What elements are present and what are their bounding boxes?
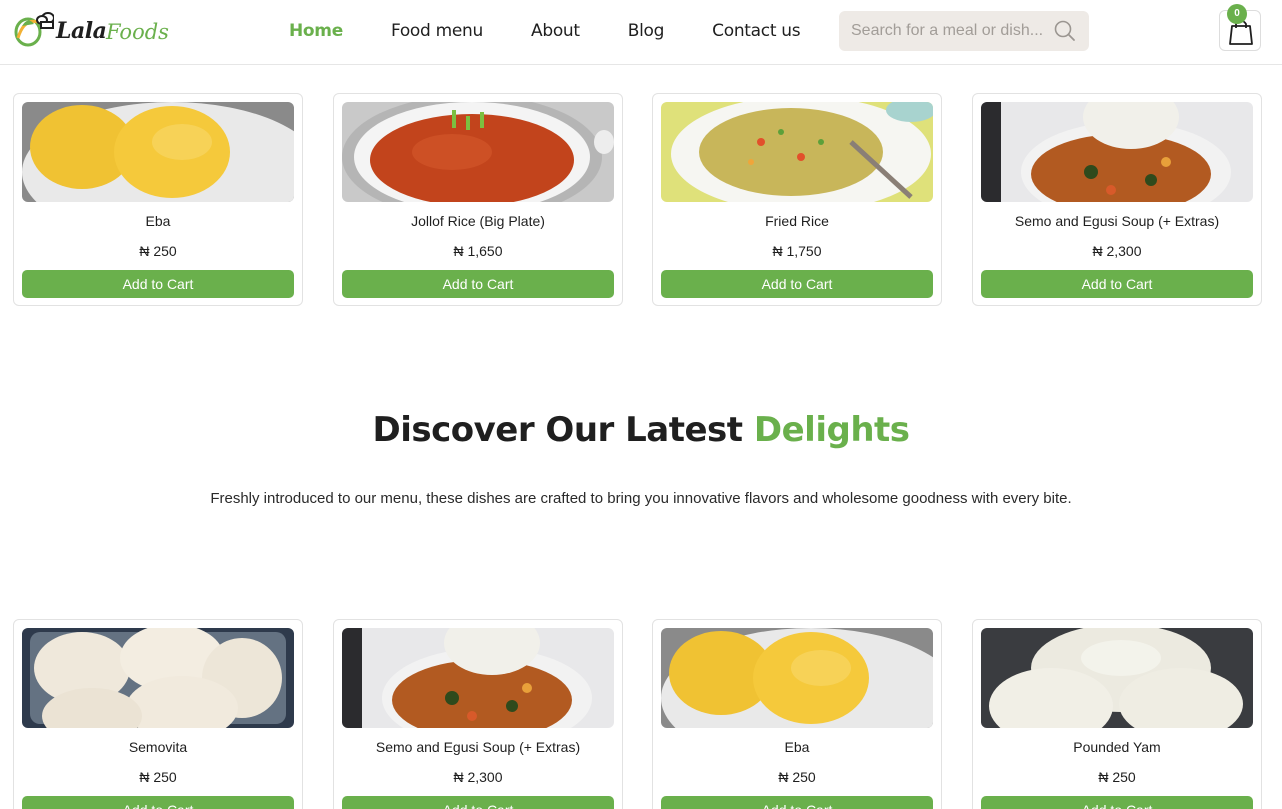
search-icon[interactable] (1054, 20, 1076, 42)
nav-home[interactable]: Home (289, 21, 343, 41)
product-name: Pounded Yam (1073, 739, 1161, 755)
product-name: Eba (784, 739, 810, 755)
semo-egusi-photo[interactable] (981, 102, 1253, 202)
nav-contact-us[interactable]: Contact us (712, 21, 800, 41)
add-to-cart-button[interactable]: Add to Cart (981, 270, 1253, 298)
product-name: Semovita (128, 739, 188, 755)
product-price: ₦ 2,300 (1092, 243, 1142, 259)
eba-photo[interactable] (22, 102, 294, 202)
brand-logo[interactable]: Lala Foods (14, 8, 169, 54)
semo-egusi-photo[interactable] (342, 628, 614, 728)
add-to-cart-button[interactable]: Add to Cart (981, 796, 1253, 809)
product-price: ₦ 250 (778, 769, 816, 785)
section-title: Discover Our Latest Delights (0, 410, 1282, 450)
brand-name-secondary: Foods (106, 20, 169, 44)
pounded-yam-photo[interactable] (981, 628, 1253, 728)
product-card: Semovita ₦ 250 Add to Cart (13, 619, 303, 809)
product-name: Semo and Egusi Soup (+ Extras) (1014, 213, 1220, 229)
nav-food-menu[interactable]: Food menu (391, 21, 483, 41)
product-price: ₦ 1,650 (453, 243, 503, 259)
product-card: Semo and Egusi Soup (+ Extras) ₦ 2,300 A… (333, 619, 623, 809)
product-card: Semo and Egusi Soup (+ Extras) ₦ 2,300 A… (972, 93, 1262, 306)
main-nav: Home Food menu About Blog Contact us (289, 0, 848, 62)
fried-rice-photo[interactable] (661, 102, 933, 202)
add-to-cart-button[interactable]: Add to Cart (661, 270, 933, 298)
product-price: ₦ 250 (139, 243, 177, 259)
search-input[interactable] (839, 11, 1049, 51)
nav-blog[interactable]: Blog (628, 21, 665, 41)
product-name: Semo and Egusi Soup (+ Extras) (375, 739, 581, 755)
product-card: Fried Rice ₦ 1,750 Add to Cart (652, 93, 942, 306)
add-to-cart-button[interactable]: Add to Cart (661, 796, 933, 809)
product-card: Eba ₦ 250 Add to Cart (652, 619, 942, 809)
product-name: Fried Rice (765, 213, 829, 229)
brand-name-primary: Lala (56, 18, 107, 44)
product-price: ₦ 250 (139, 769, 177, 785)
product-card: Jollof Rice (Big Plate) ₦ 1,650 Add to C… (333, 93, 623, 306)
section-title-main: Discover Our Latest (372, 410, 754, 450)
add-to-cart-button[interactable]: Add to Cart (22, 796, 294, 809)
site-header: Lala Foods Home Food menu About Blog Con… (0, 0, 1282, 65)
section-description: Freshly introduced to our menu, these di… (210, 490, 1072, 507)
section-title-accent: Delights (753, 410, 910, 450)
product-price: ₦ 2,300 (453, 769, 503, 785)
add-to-cart-button[interactable]: Add to Cart (342, 270, 614, 298)
product-price: ₦ 1,750 (772, 243, 822, 259)
product-card: Eba ₦ 250 Add to Cart (13, 93, 303, 306)
cart-count-badge: 0 (1227, 4, 1247, 24)
eba-photo[interactable] (661, 628, 933, 728)
add-to-cart-button[interactable]: Add to Cart (342, 796, 614, 809)
logo-icon (14, 12, 55, 47)
semovita-photo[interactable] (22, 628, 294, 728)
nav-about[interactable]: About (531, 21, 580, 41)
product-name: Eba (145, 213, 171, 229)
search-bar (839, 11, 1089, 51)
product-card: Pounded Yam ₦ 250 Add to Cart (972, 619, 1262, 809)
product-name: Jollof Rice (Big Plate) (411, 213, 545, 229)
add-to-cart-button[interactable]: Add to Cart (22, 270, 294, 298)
product-price: ₦ 250 (1098, 769, 1136, 785)
jollof-rice-photo[interactable] (342, 102, 614, 202)
